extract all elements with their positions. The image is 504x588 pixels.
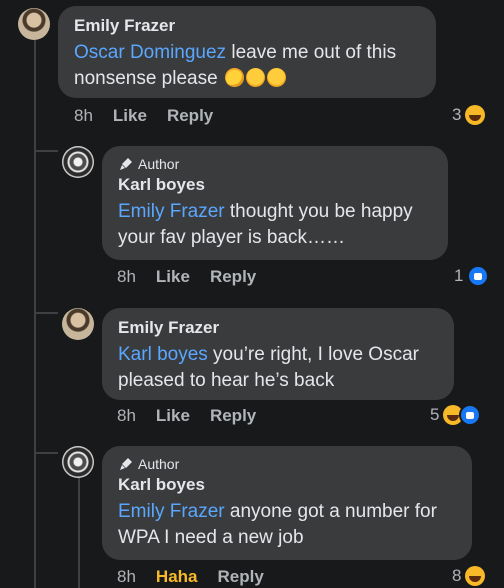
avatar[interactable] (18, 8, 50, 40)
haha-reaction-button[interactable]: Haha (156, 567, 198, 587)
thread-line (78, 468, 80, 588)
microphone-icon (120, 458, 132, 470)
mention-link[interactable]: Emily Frazer (118, 201, 225, 222)
haha-reaction-icon (465, 105, 486, 125)
thread-branch (34, 312, 58, 314)
comment-author[interactable]: Karl boyes (118, 175, 432, 195)
reaction-count: 1 (454, 266, 464, 285)
comment-actions: 8h Haha Reply (117, 567, 264, 587)
author-badge: Author (118, 456, 456, 472)
author-badge: Author (118, 156, 432, 172)
reply-button[interactable]: Reply (210, 406, 256, 426)
avatar[interactable] (62, 308, 94, 340)
reaction-summary[interactable]: 5 (430, 404, 482, 426)
thread-line (34, 40, 36, 588)
reaction-count: 3 (452, 105, 462, 124)
reply-button[interactable]: Reply (218, 567, 264, 587)
reaction-summary[interactable]: 3 (452, 105, 486, 125)
mention-link[interactable]: Oscar Dominguez (74, 42, 226, 63)
reply-button[interactable]: Reply (167, 106, 213, 126)
mention-link[interactable]: Emily Frazer (118, 501, 225, 522)
comment-bubble: Emily Frazer Karl boyes you’re right, I … (102, 308, 454, 400)
hug-emoji (266, 68, 286, 87)
thread-branch (34, 452, 58, 454)
comment-text: Emily Frazer thought you be happy your f… (118, 201, 413, 248)
comment-actions: 8h Like Reply (74, 106, 213, 126)
comment-text: Karl boyes you’re right, I love Oscar pl… (118, 344, 419, 391)
comment-text: Oscar Dominguez leave me out of this non… (74, 42, 397, 89)
timestamp[interactable]: 8h (117, 567, 136, 587)
sweat-smile-emoji (224, 68, 244, 87)
comment-bubble: Emily Frazer Oscar Dominguez leave me ou… (58, 6, 436, 98)
comment-actions: 8h Like Reply (117, 406, 256, 426)
comment-author[interactable]: Karl boyes (118, 475, 456, 495)
comment-bubble: Author Karl boyes Emily Frazer anyone go… (102, 446, 472, 560)
timestamp[interactable]: 8h (117, 267, 136, 287)
comment-author[interactable]: Emily Frazer (74, 16, 420, 36)
comment-bubble: Author Karl boyes Emily Frazer thought y… (102, 146, 448, 260)
like-button[interactable]: Like (113, 106, 147, 126)
mention-link[interactable]: Karl boyes (118, 344, 208, 365)
timestamp[interactable]: 8h (117, 406, 136, 426)
microphone-icon (120, 158, 132, 170)
reaction-summary[interactable]: 1 (454, 265, 490, 287)
hug-emoji (245, 68, 265, 87)
timestamp[interactable]: 8h (74, 106, 93, 126)
reaction-summary[interactable]: 8 (452, 566, 486, 586)
avatar[interactable] (62, 146, 94, 178)
reply-button[interactable]: Reply (210, 267, 256, 287)
like-reaction-icon (459, 404, 482, 426)
like-button[interactable]: Like (156, 267, 190, 287)
comment-author[interactable]: Emily Frazer (118, 318, 438, 338)
avatar[interactable] (62, 446, 94, 478)
comment-actions: 8h Like Reply (117, 267, 256, 287)
thread-branch (34, 150, 58, 152)
comment-text: Emily Frazer anyone got a number for WPA… (118, 501, 437, 548)
like-button[interactable]: Like (156, 406, 190, 426)
like-reaction-icon (467, 265, 490, 287)
reaction-count: 8 (452, 566, 462, 585)
reaction-count: 5 (430, 405, 440, 424)
haha-reaction-icon (465, 566, 486, 586)
